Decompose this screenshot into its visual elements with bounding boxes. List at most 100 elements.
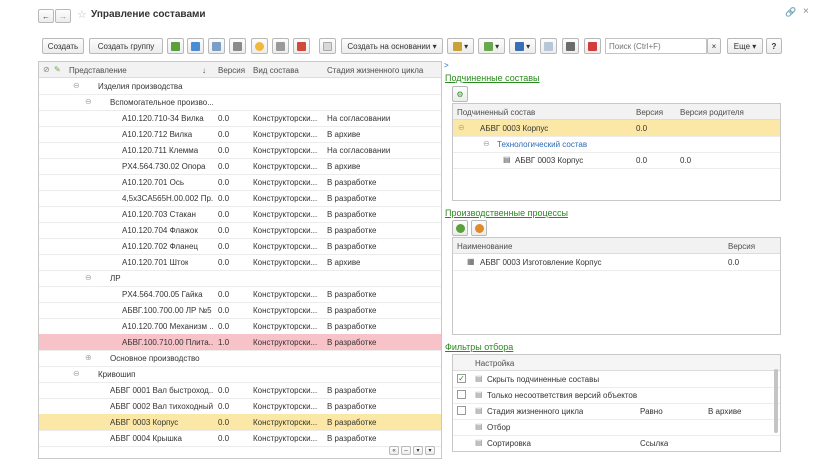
help-button[interactable]: ? [766,38,782,54]
table-row[interactable]: A10.120.701 Ось 0.0 Конструкторски... В раз… [39,174,441,191]
column-parent-version[interactable]: Версия родителя [680,108,744,117]
column-sub-version[interactable]: Версия [636,108,663,117]
table-row[interactable]: A10.120.704 Флажок 0.0 Конструкторски... В … [39,222,441,239]
table-row[interactable]: A10.120.710-34 Вилка 0.0 Конструкторски...… [39,110,441,127]
process-edit-icon[interactable] [471,220,487,236]
column-representation[interactable]: Представление [69,66,127,75]
table-row[interactable]: A10.120.703 Стакан 0.0 Конструкторски... В … [39,206,441,223]
filter-checkbox[interactable]: ✓ [457,374,466,383]
create-group-button[interactable]: Создать группу [89,38,163,54]
scroll-down-button[interactable]: ▾ [413,446,423,455]
filters-scrollbar[interactable] [774,369,778,433]
lock-icon[interactable] [272,38,289,54]
column-stage[interactable]: Стадия жизненного цикла [327,66,423,75]
table-row[interactable]: ⊖ ЛР [39,270,441,287]
row-version: 0.0 [218,146,230,155]
back-button[interactable]: ← [38,9,54,23]
table-row[interactable]: ⊖ Изделия производства [39,78,441,95]
filters-title[interactable]: Фильтры отбора [445,342,513,352]
table-row[interactable]: АБВГ.100.710.00 Плита... 1.0 Конструкторск… [39,334,441,351]
column-process-version[interactable]: Версия [728,242,755,251]
table-row[interactable]: АБВГ 0004 Крышка 0.0 Конструкторски... В ра… [39,430,441,447]
scroll-bottom-button[interactable]: ▾ [425,446,435,455]
print-icon[interactable] [562,38,579,54]
process-add-icon[interactable] [452,220,468,236]
scroll-up-button[interactable]: – [401,446,411,455]
table-row[interactable]: A10.120.712 Вилка 0.0 Конструкторски... В а… [39,126,441,143]
calendar-icon[interactable] [319,38,336,54]
tech-composition-link[interactable]: Технологический состав [497,140,587,149]
column-version[interactable]: Версия [218,66,245,75]
hierarchy-icon[interactable] [229,38,246,54]
create-on-basis-button[interactable]: Создать на основании ▾ [341,38,443,54]
processes-table: Наименование Версия ▦ АБВГ 0003 Изготовле… [452,237,781,335]
favorite-icon[interactable] [251,38,268,54]
expand-toggle-icon[interactable]: ⊖ [73,81,80,90]
chart-dropdown-button[interactable]: ▾ [447,38,474,54]
table-row[interactable]: ⊕ Основное производство [39,350,441,367]
table-row[interactable]: PX4.564.730.02 Опора 0.0 Конструкторски...… [39,158,441,175]
process-row[interactable]: ▦ АБВГ 0003 Изготовление Корпус 0.0 [453,254,780,271]
table-row[interactable]: A10.120.702 Фланец 0.0 Конструкторски... В … [39,238,441,255]
table-row[interactable]: A10.120.711 Клемма 0.0 Конструкторски... На… [39,142,441,159]
table-row[interactable]: АБВГ 0002 Вал тихоходный 0.0 Конструкторск… [39,398,441,415]
filter-row[interactable]: ▤ Сортировка Ссылка [453,435,780,451]
row-kind: Конструкторски... [253,322,318,331]
subordinate-title[interactable]: Подчиненные составы [445,73,540,83]
link-icon[interactable]: 🔗 [785,7,796,18]
expand-toggle-icon[interactable]: ⊖ [483,139,490,148]
scroll-top-button[interactable]: « [389,446,399,455]
filter-row[interactable]: ✓ ▤ Скрыть подчиненные составы [453,371,780,388]
close-icon[interactable]: × [803,6,809,17]
forward-button[interactable]: → [55,9,71,23]
table-row[interactable]: 4,5x3CA565H.00.002 Пр... 0.0 Конструкторск… [39,190,441,207]
subordinate-row[interactable]: ▤ АБВГ 0003 Корпус 0.0 0.0 [453,152,780,169]
processes-title[interactable]: Производственные процессы [445,208,568,218]
row-stage: На согласовании [327,146,391,155]
expand-toggle-icon[interactable]: ⊖ [73,369,80,378]
report-icon[interactable] [540,38,557,54]
search-input[interactable] [605,38,707,54]
collapse-panel-icon[interactable]: > [444,61,449,70]
clear-search-button[interactable]: × [707,38,721,54]
subordinate-add-icon[interactable]: ⚙ [452,86,468,102]
table-row[interactable]: A10.120.701 Шток 0.0 Конструкторски... В ар… [39,254,441,271]
row-stage: В разработке [327,194,377,203]
expand-toggle-icon[interactable]: ⊖ [458,123,465,132]
expand-toggle-icon[interactable]: ⊖ [85,273,92,282]
table-row[interactable]: A10.120.700 Механизм ... 0.0 Конструкторск… [39,318,441,335]
column-kind[interactable]: Вид состава [253,66,299,75]
table-row[interactable]: АБВГ.100.700.00 ЛР №5 0.0 Конструкторски..… [39,302,441,319]
row-kind: Конструкторски... [253,434,318,443]
subordinate-row[interactable]: ⊖ Технологический состав [453,136,780,153]
copy-icon[interactable] [167,38,184,54]
favorite-star-icon[interactable]: ☆ [77,8,87,21]
expand-toggle-icon[interactable]: ⊖ [85,97,92,106]
table-row[interactable]: PX4.564.700.05 Гайка 0.0 Конструкторски...… [39,286,441,303]
filter-row[interactable]: ▤ Только несоответствия версий объектов [453,387,780,404]
more-button[interactable]: Еще ▾ [727,38,763,54]
row-kind: Конструкторски... [253,226,318,235]
table-row[interactable]: ⊖ Вспомогательное произво... [39,94,441,111]
list-view-icon[interactable] [187,38,204,54]
column-setting[interactable]: Настройка [475,359,514,368]
column-name[interactable]: Наименование [457,242,512,251]
pen-dropdown-button[interactable]: ▾ [478,38,505,54]
edit-column-icon: ✎ [54,65,61,74]
table-row[interactable]: ⊖ Кривошип [39,366,441,383]
delete-icon[interactable] [584,38,601,54]
sort-arrow-icon[interactable]: ↓ [202,66,206,75]
expand-toggle-icon[interactable]: ⊕ [85,353,92,362]
create-button[interactable]: Создать [42,38,84,54]
column-subordinate[interactable]: Подчиненный состав [457,108,535,117]
edit-icon[interactable] [293,38,310,54]
filter-checkbox[interactable] [457,406,466,415]
subordinate-row[interactable]: ⊖ АБВГ 0003 Корпус 0.0 [453,120,780,137]
document-dropdown-button[interactable]: ▾ [509,38,536,54]
filter-checkbox[interactable] [457,390,466,399]
filter-row[interactable]: ▤ Отбор [453,419,780,436]
filter-row[interactable]: ▤ Стадия жизненного цикла Равно В архиве [453,403,780,420]
table-row[interactable]: АБВГ 0003 Корпус 0.0 Конструкторски... В ра… [39,414,441,431]
tree-view-icon[interactable] [208,38,225,54]
table-row[interactable]: АБВГ 0001 Вал быстроход... 0.0 Конструктор… [39,382,441,399]
